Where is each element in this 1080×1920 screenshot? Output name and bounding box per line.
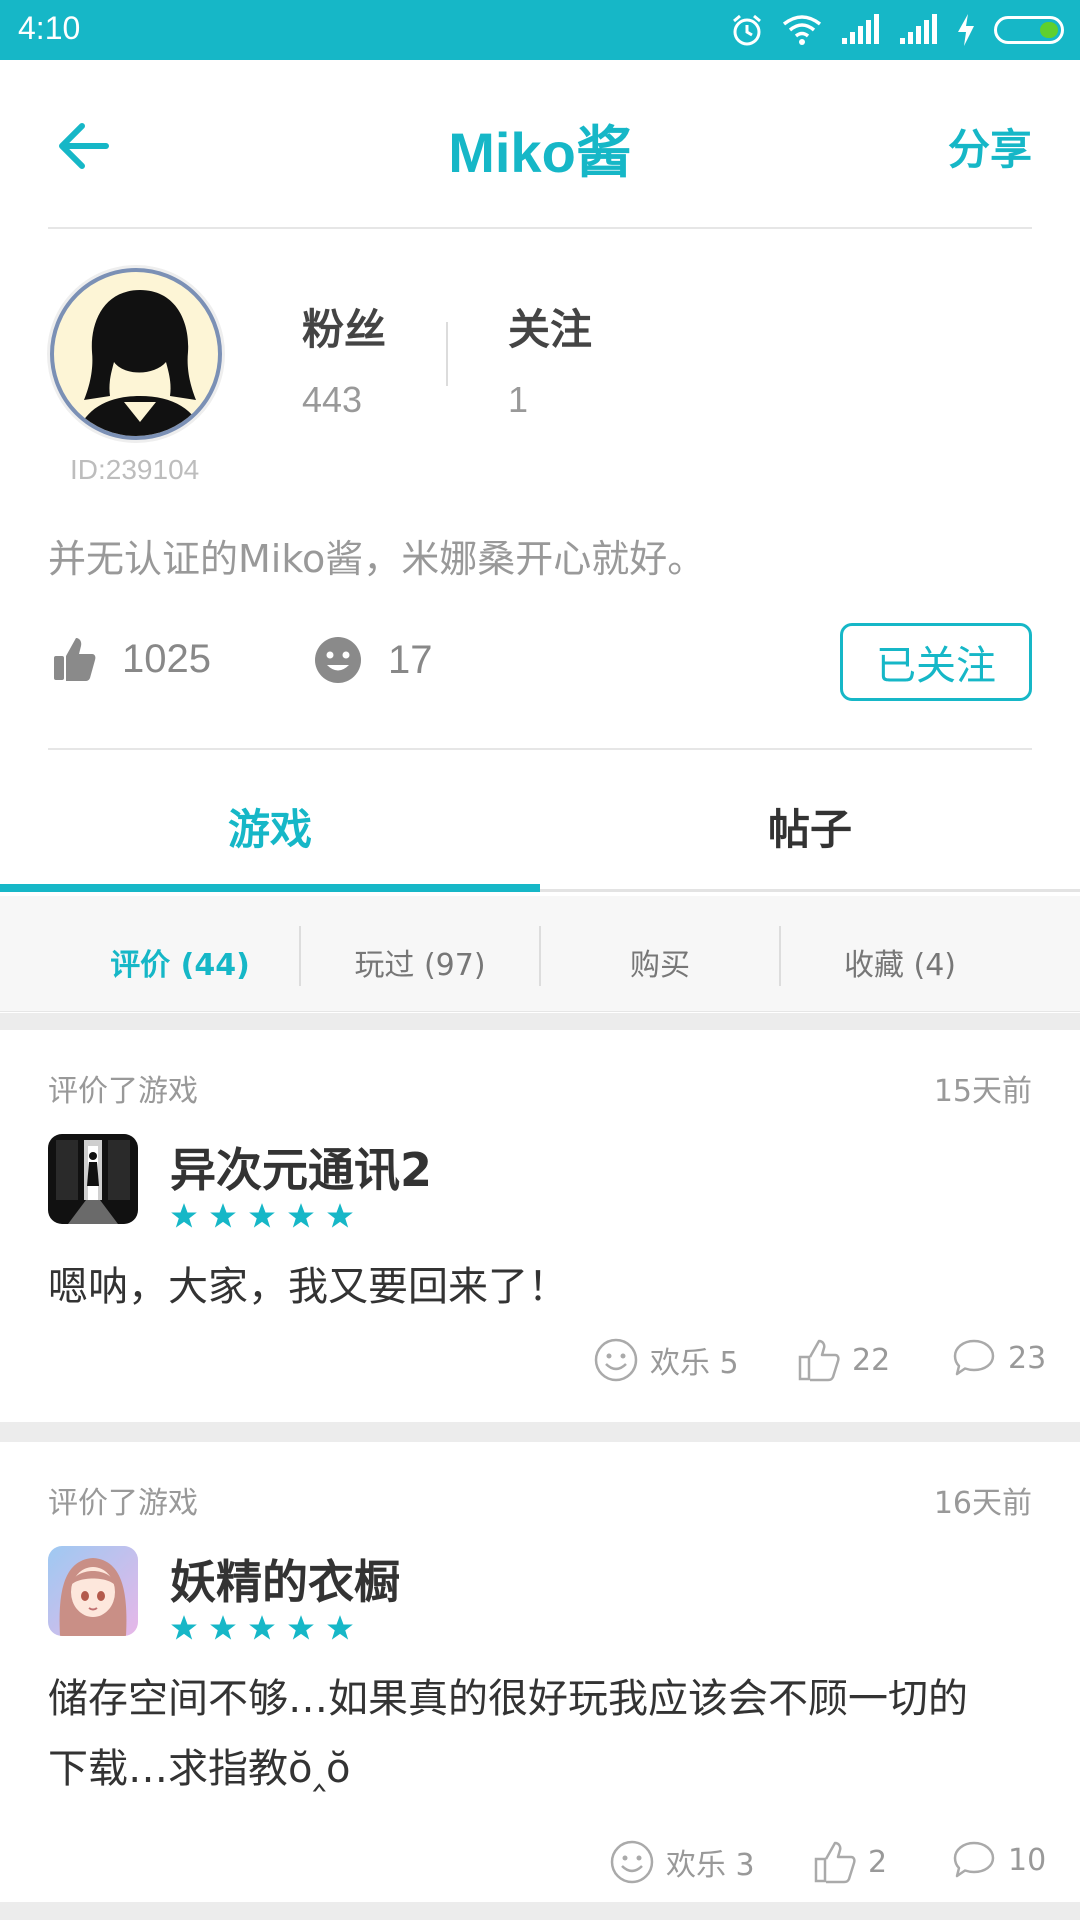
star-icon [288, 1615, 314, 1640]
rating-stars [170, 1202, 354, 1230]
profile-divider [48, 748, 1032, 750]
comment-icon [953, 1841, 995, 1878]
star-icon [327, 1615, 353, 1640]
game-icon[interactable] [48, 1546, 138, 1636]
charging-icon [958, 14, 974, 46]
fans-stat[interactable]: 粉丝 443 [302, 296, 386, 421]
star-icon [210, 1203, 236, 1228]
star-icon [249, 1615, 275, 1640]
star-icon [327, 1203, 353, 1228]
star-icon [171, 1615, 197, 1640]
comment-icon [953, 1339, 995, 1376]
tab-posts[interactable]: 帖子 [540, 796, 1080, 857]
fun-reaction-button[interactable]: 欢乐 5 [594, 1338, 739, 1382]
star-icon [210, 1615, 236, 1640]
comment-button[interactable]: 23 [952, 1338, 1046, 1378]
thumbs-up-icon [54, 638, 96, 681]
likes-metric: 1025 [52, 636, 211, 682]
share-button[interactable]: 分享 [948, 116, 1032, 177]
card-gap [0, 1902, 1080, 1920]
star-icon [288, 1203, 314, 1228]
stat-separator [446, 322, 448, 386]
fun-metric: 17 [314, 636, 433, 684]
tab-baseline [540, 889, 1080, 892]
rating-stars [170, 1614, 354, 1642]
game-name[interactable]: 异次元通讯2 [170, 1134, 432, 1200]
review-text-line: 储存空间不够…如果真的很好玩我应该会不顾一切的 [48, 1676, 968, 1722]
review-text: 嗯呐，大家，我又要回来了！ [48, 1264, 568, 1310]
game-icon[interactable] [48, 1134, 138, 1224]
card-gap [0, 1422, 1080, 1442]
like-button[interactable]: 22 [798, 1338, 890, 1382]
smiley-outline-icon [610, 1840, 654, 1884]
review-time: 16天前 [933, 1486, 1032, 1521]
review-time: 15天前 [933, 1074, 1032, 1109]
section-gap [0, 1013, 1080, 1030]
like-count: 2 [868, 1844, 888, 1880]
wifi-icon [782, 15, 822, 45]
game-name[interactable]: 妖精的衣橱 [170, 1546, 400, 1612]
following-label: 关注 [508, 305, 593, 354]
review-text: 储存空间不够…如果真的很好玩我应该会不顾一切的 下载…求指教ŏ‸ŏ [48, 1664, 1032, 1804]
star-icon [171, 1203, 197, 1228]
avatar-silhouette-icon [76, 290, 204, 436]
like-button[interactable]: 2 [814, 1840, 887, 1884]
like-count: 22 [852, 1342, 891, 1378]
fun-count: 17 [388, 637, 433, 682]
tab-active-indicator [0, 884, 540, 892]
star-icon [249, 1203, 275, 1228]
fans-count: 443 [302, 379, 363, 420]
user-id: ID:239104 [70, 454, 200, 485]
status-icons [730, 12, 1064, 48]
battery-icon [994, 16, 1064, 44]
page-title: Miko酱 [448, 121, 632, 184]
avatar[interactable] [50, 268, 222, 440]
fun-reaction-count: 欢乐 3 [666, 1848, 755, 1883]
header-divider [48, 227, 1032, 229]
subtab-reviews[interactable]: 评价 (44) [60, 940, 300, 984]
likes-count: 1025 [122, 636, 211, 681]
status-time: 4:10 [18, 10, 81, 46]
follow-button[interactable]: 已关注 [840, 623, 1032, 701]
fun-reaction-count: 欢乐 5 [650, 1346, 739, 1381]
tab-games[interactable]: 游戏 [0, 796, 540, 857]
header: Miko酱 分享 [0, 60, 1080, 228]
alarm-icon [733, 14, 761, 46]
comment-count: 10 [1008, 1842, 1047, 1878]
thumbs-up-outline-icon [798, 1339, 840, 1382]
user-bio: 并无认证的Miko酱，米娜桑开心就好。 [48, 537, 706, 581]
smiley-outline-icon [594, 1338, 638, 1382]
comment-button[interactable]: 10 [952, 1840, 1046, 1880]
fun-reaction-button[interactable]: 欢乐 3 [610, 1840, 755, 1884]
review-kind: 评价了游戏 [48, 1486, 198, 1521]
review-text-line: 下载…求指教ŏ‸ŏ [48, 1746, 351, 1792]
subtab-favorites[interactable]: 收藏 (4) [780, 940, 1020, 984]
review-card[interactable]: 评价了游戏 15天前 异次元通讯2 嗯呐，大家，我又要回来了！ 欢乐 5 22 … [0, 1030, 1080, 1422]
following-stat[interactable]: 关注 1 [508, 296, 592, 421]
following-count: 1 [508, 379, 529, 420]
status-bar: 4:10 [0, 0, 1080, 60]
thumbs-up-outline-icon [814, 1841, 856, 1884]
comment-count: 23 [1008, 1340, 1047, 1376]
review-kind: 评价了游戏 [48, 1074, 198, 1109]
signal-icon-2 [900, 14, 937, 44]
review-card[interactable]: 评价了游戏 16天前 妖精的衣橱 储存空间不够…如果真的很好玩我应该会不顾一切的… [0, 1442, 1080, 1902]
subtab-bar: 评价 (44) 玩过 (97) 购买 收藏 (4) [0, 896, 1080, 1012]
subtab-purchased[interactable]: 购买 [540, 940, 780, 984]
subtab-played[interactable]: 玩过 (97) [300, 940, 540, 984]
signal-icon [842, 14, 879, 44]
fans-label: 粉丝 [302, 305, 387, 354]
smiley-icon [315, 637, 361, 683]
